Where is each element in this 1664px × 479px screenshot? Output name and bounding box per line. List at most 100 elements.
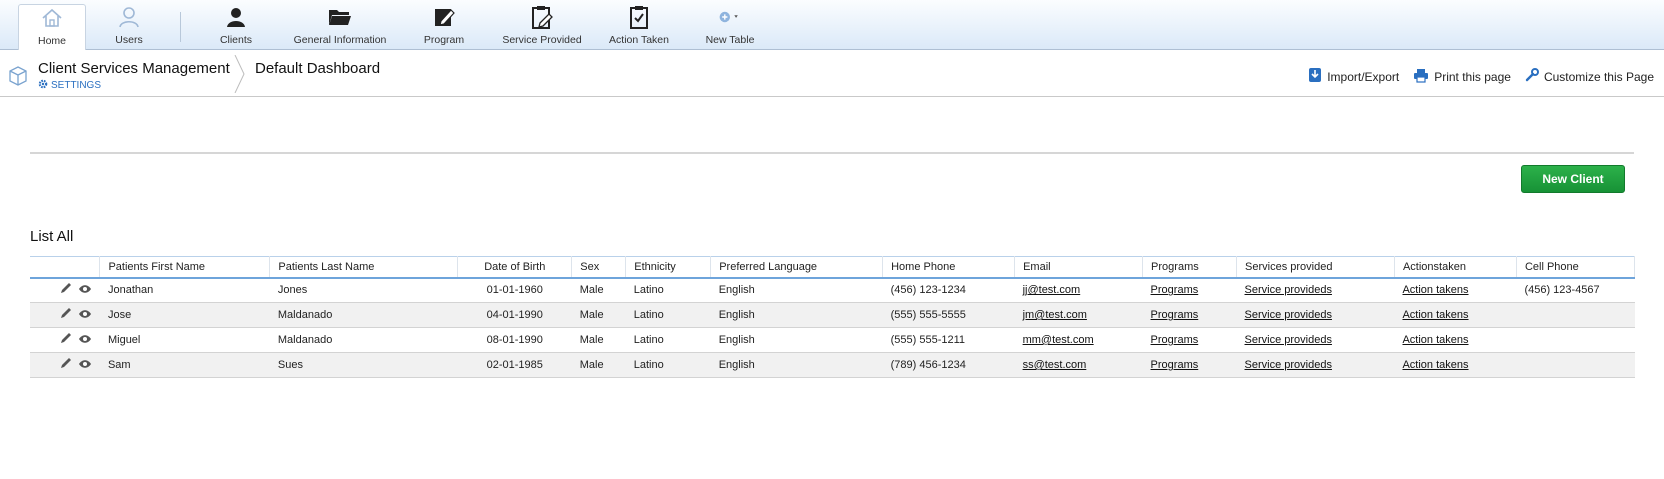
- import-export-label: Import/Export: [1327, 69, 1400, 84]
- toolbar-new-table[interactable]: New Table: [702, 4, 758, 48]
- cell-ethnicity: Latino: [625, 277, 711, 303]
- email-link[interactable]: mm@test.com: [1023, 334, 1094, 346]
- cell-sex: Male: [571, 302, 626, 328]
- add-table-icon: [717, 4, 743, 30]
- app-title: Client Services Management: [38, 60, 230, 77]
- services-link[interactable]: Service provideds: [1245, 309, 1332, 321]
- column-header[interactable]: Services provided: [1236, 256, 1395, 279]
- column-header[interactable]: Ethnicity: [625, 256, 712, 279]
- toolbar-home-label: Home: [37, 35, 66, 47]
- column-header[interactable]: Date of Birth: [457, 256, 573, 279]
- actions-link[interactable]: Action takens: [1402, 284, 1468, 296]
- top-toolbar: Home Users Clients General Information P…: [0, 0, 1664, 57]
- settings-link[interactable]: SETTINGS: [38, 79, 101, 92]
- table-row: Jonathan Jones 01-01-1960 Male Latino En…: [30, 277, 1635, 303]
- cell-first-name: Jonathan: [99, 277, 270, 303]
- settings-label: SETTINGS: [51, 80, 102, 91]
- cell-sex: Male: [571, 352, 626, 378]
- email-link[interactable]: ss@test.com: [1023, 359, 1087, 371]
- toolbar-general-information-label: General Information: [293, 34, 387, 46]
- email-link[interactable]: jj@test.com: [1023, 284, 1081, 296]
- cube-icon: [9, 66, 27, 91]
- column-header[interactable]: Cell Phone: [1516, 256, 1636, 279]
- new-client-button[interactable]: New Client: [1521, 165, 1625, 193]
- cell-home-phone: (789) 456-1234: [882, 352, 1015, 378]
- column-header[interactable]: Home Phone: [882, 256, 1016, 279]
- eye-icon[interactable]: [78, 284, 92, 297]
- cell-last-name: Maldanado: [269, 327, 458, 353]
- table-row: Sam Sues 02-01-1985 Male Latino English …: [30, 352, 1635, 378]
- gear-icon: [38, 79, 48, 92]
- cell-preferred-language: English: [710, 327, 883, 353]
- eye-icon[interactable]: [78, 359, 92, 372]
- cell-home-phone: (555) 555-5555: [882, 302, 1015, 328]
- cell-last-name: Jones: [269, 277, 458, 303]
- toolbar-divider: [180, 12, 181, 42]
- toolbar-users-label: Users: [115, 34, 143, 46]
- cell-date-of-birth: 02-01-1985: [457, 352, 572, 378]
- printer-icon: [1413, 68, 1429, 86]
- toolbar-clients-label: Clients: [219, 34, 253, 46]
- actions-link[interactable]: Action takens: [1402, 309, 1468, 321]
- column-header[interactable]: Preferred Language: [710, 256, 884, 279]
- clipboard-check-icon: [626, 4, 652, 30]
- cell-date-of-birth: 04-01-1990: [457, 302, 572, 328]
- programs-link[interactable]: Programs: [1151, 309, 1199, 321]
- email-link[interactable]: jm@test.com: [1023, 309, 1087, 321]
- customize-label: Customize this Page: [1543, 69, 1654, 84]
- folder-icon: [327, 4, 353, 30]
- cell-preferred-language: English: [710, 352, 883, 378]
- pencil-icon[interactable]: [59, 332, 72, 348]
- import-export-link[interactable]: Import/Export: [1308, 67, 1399, 86]
- customize-link[interactable]: Customize this Page: [1525, 67, 1654, 86]
- print-label: Print this page: [1434, 69, 1511, 84]
- print-link[interactable]: Print this page: [1413, 67, 1511, 86]
- toolbar-users[interactable]: Users: [101, 4, 157, 48]
- wrench-icon: [1525, 68, 1539, 85]
- column-header[interactable]: Patients First Name: [99, 256, 271, 279]
- clients-table: Patients First Name Patients Last Name D…: [30, 256, 1636, 378]
- programs-link[interactable]: Programs: [1151, 284, 1199, 296]
- cell-first-name: Jose: [99, 302, 270, 328]
- cell-cell-phone: [1516, 327, 1635, 353]
- column-header[interactable]: Sex: [571, 256, 627, 279]
- column-header-actions: [30, 256, 101, 279]
- toolbar-clients[interactable]: Clients: [206, 4, 266, 48]
- services-link[interactable]: Service provideds: [1245, 359, 1332, 371]
- home-icon: [39, 5, 65, 31]
- programs-link[interactable]: Programs: [1151, 359, 1199, 371]
- section-divider: [30, 152, 1634, 154]
- toolbar-action-taken[interactable]: Action Taken: [606, 4, 672, 48]
- actions-link[interactable]: Action takens: [1402, 359, 1468, 371]
- toolbar-program[interactable]: Program: [414, 4, 474, 48]
- cell-cell-phone: [1516, 352, 1635, 378]
- toolbar-program-label: Program: [423, 34, 465, 46]
- toolbar-service-provided[interactable]: Service Provided: [500, 4, 584, 48]
- cell-first-name: Miguel: [99, 327, 270, 353]
- cell-preferred-language: English: [710, 302, 883, 328]
- eye-icon[interactable]: [78, 309, 92, 322]
- clipboard-edit-icon: [529, 4, 555, 30]
- pencil-icon[interactable]: [59, 357, 72, 373]
- cell-date-of-birth: 01-01-1960: [457, 277, 572, 303]
- column-header[interactable]: Actionstaken: [1394, 256, 1517, 279]
- services-link[interactable]: Service provideds: [1245, 334, 1332, 346]
- services-link[interactable]: Service provideds: [1245, 284, 1332, 296]
- column-header[interactable]: Patients Last Name: [269, 256, 459, 279]
- page-header: Client Services Management SETTINGS Defa…: [0, 51, 1664, 97]
- programs-link[interactable]: Programs: [1151, 334, 1199, 346]
- pencil-icon[interactable]: [59, 282, 72, 298]
- toolbar-home[interactable]: Home: [18, 4, 86, 57]
- toolbar-general-information[interactable]: General Information: [292, 4, 388, 48]
- edit-note-icon: [431, 4, 457, 30]
- cell-preferred-language: English: [710, 277, 883, 303]
- eye-icon[interactable]: [78, 334, 92, 347]
- breadcrumb-chevron-icon: [234, 54, 246, 98]
- table-row: Miguel Maldanado 08-01-1990 Male Latino …: [30, 327, 1635, 353]
- pencil-icon[interactable]: [59, 307, 72, 323]
- column-header[interactable]: Email: [1014, 256, 1144, 279]
- column-header[interactable]: Programs: [1142, 256, 1238, 279]
- cell-ethnicity: Latino: [625, 327, 711, 353]
- actions-link[interactable]: Action takens: [1402, 334, 1468, 346]
- cell-home-phone: (456) 123-1234: [882, 277, 1015, 303]
